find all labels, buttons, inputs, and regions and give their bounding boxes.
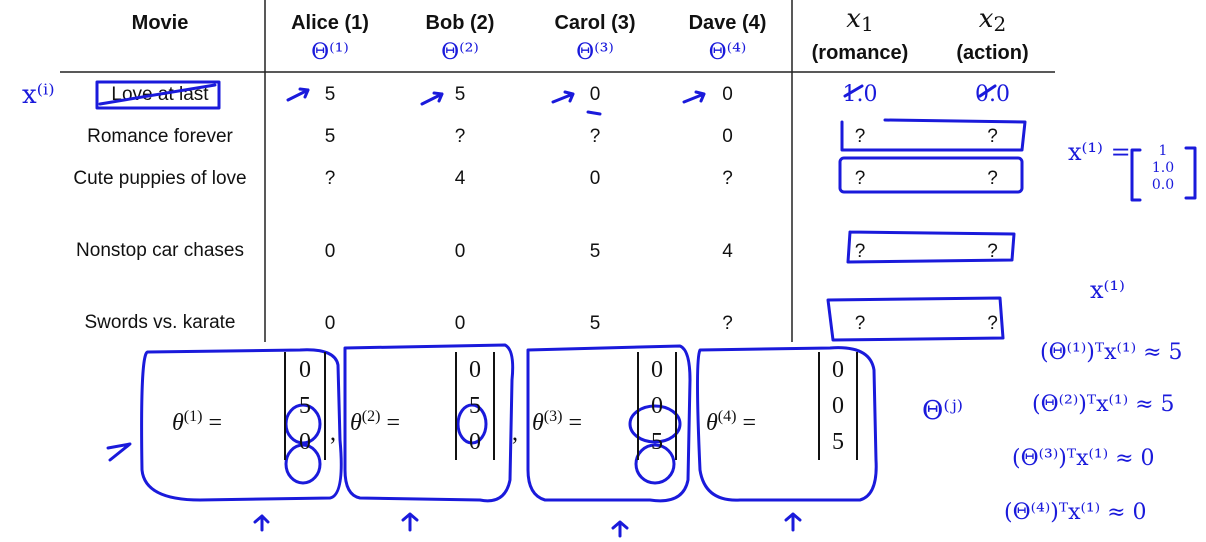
theta1-label: θ(1) = (172, 408, 222, 436)
theta2-vector: 050 (455, 352, 495, 460)
left-arrow (106, 442, 132, 462)
feature-box-row4 (846, 230, 1016, 264)
annotation-x1-vec-label: x⁽¹⁾ = (1068, 138, 1131, 166)
x1-mark (843, 84, 864, 98)
separator-comma: , (330, 420, 336, 446)
annotation-eq4: (Θ⁽⁴⁾)ᵀx⁽¹⁾ ≈ 0 (1004, 500, 1147, 525)
feature-box-row5 (826, 296, 1005, 342)
annotation-x1-vec: 1 1.0 0.0 (1151, 143, 1175, 193)
annotation-x1-side: x⁽¹⁾ (1090, 276, 1125, 304)
theta1-vector: 050 (284, 352, 326, 460)
theta2-label: θ(2) = (350, 408, 400, 436)
annotation-eq1: (Θ⁽¹⁾)ᵀx⁽¹⁾ ≈ 5 (1040, 340, 1183, 365)
x-vec-bracket-left (1130, 148, 1142, 202)
annotation-eq2: (Θ⁽²⁾)ᵀx⁽¹⁾ ≈ 5 (1032, 392, 1175, 417)
up-arrow-3 (611, 520, 629, 538)
theta3-vector: 005 (637, 352, 677, 460)
theta4-label: θ(4) = (706, 408, 756, 436)
arrow-carol (551, 90, 575, 104)
separator-comma: , (512, 420, 518, 446)
up-arrow-4 (784, 512, 802, 532)
arrow-alice (286, 87, 310, 102)
arrow-bob (420, 91, 444, 106)
underline-carol (586, 110, 602, 116)
love-at-last-strike (98, 83, 217, 106)
up-arrow-1 (253, 514, 270, 532)
up-arrow-2 (401, 512, 419, 532)
feature-box-row3 (838, 156, 1024, 194)
theta4-vector: 005 (818, 352, 858, 460)
arrow-dave (682, 90, 706, 104)
x2-mark (978, 84, 997, 98)
theta3-label: θ(3) = (532, 408, 582, 436)
x-vec-bracket-right (1184, 146, 1197, 200)
feature-box-row2 (840, 118, 1027, 152)
annotation-eq3: (Θ⁽³⁾)ᵀx⁽¹⁾ ≈ 0 (1012, 446, 1155, 471)
annotation-theta-j: Θ⁽ʲ⁾ (922, 396, 963, 426)
